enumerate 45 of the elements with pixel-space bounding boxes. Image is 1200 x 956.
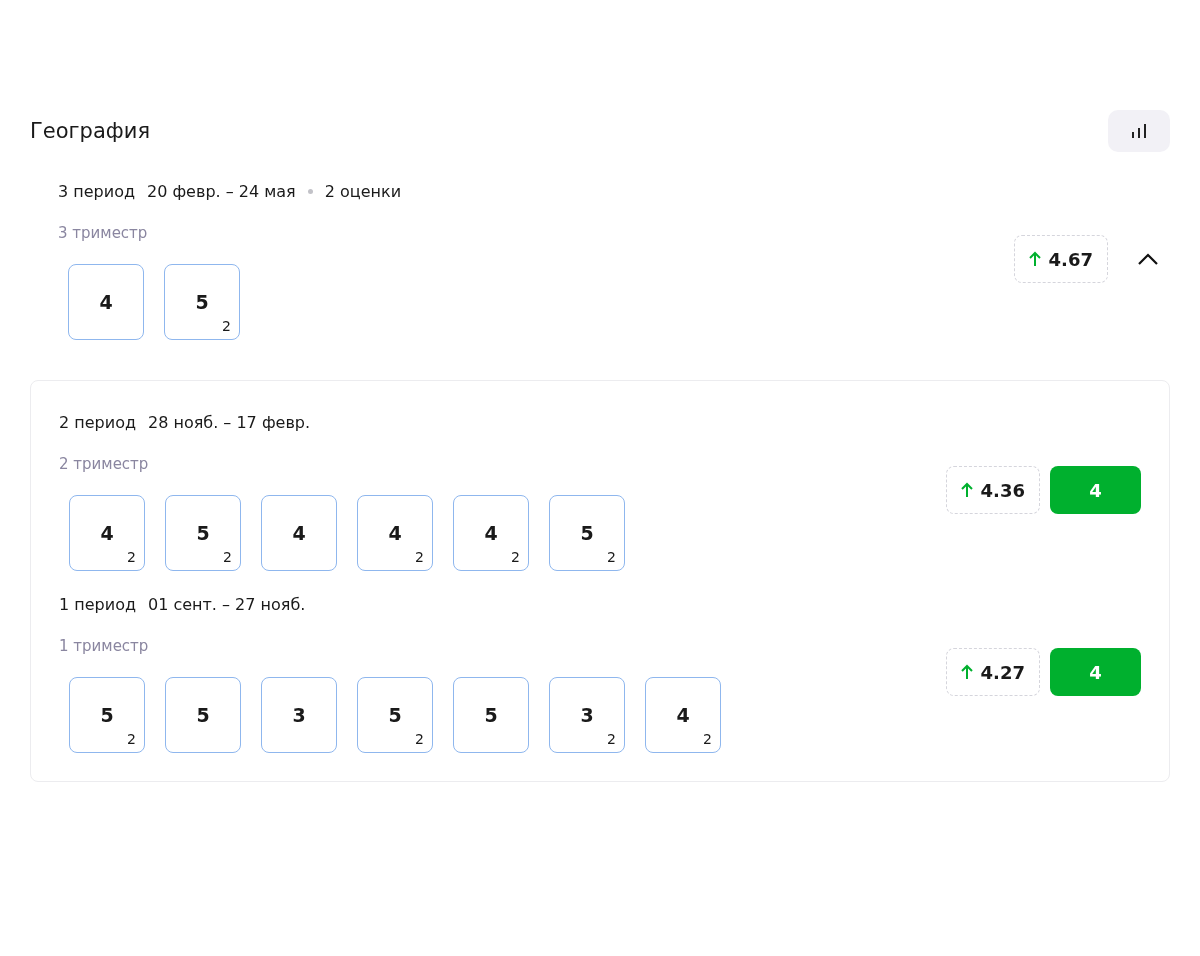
period-dates: 01 сент. – 27 нояб. xyxy=(148,594,306,614)
grade-tile[interactable]: 5 2 xyxy=(164,264,240,340)
grade-weight: 2 xyxy=(127,549,136,565)
period-name: 3 период xyxy=(58,181,135,201)
marks-count: 2 оценки xyxy=(324,181,402,201)
grade-tile[interactable]: 5 2 xyxy=(69,677,145,753)
grade-weight: 2 xyxy=(415,731,424,747)
grade-tile[interactable]: 5 2 xyxy=(357,677,433,753)
grade-tile[interactable]: 4 2 xyxy=(645,677,721,753)
grade-tile[interactable]: 5 2 xyxy=(549,495,625,571)
grade-weight: 2 xyxy=(222,318,231,334)
grade-tile[interactable]: 4 2 xyxy=(357,495,433,571)
chevron-up-icon xyxy=(1137,253,1159,265)
grade-tile[interactable]: 5 xyxy=(165,677,241,753)
period-dates: 28 нояб. – 17 февр. xyxy=(148,412,311,432)
grade-weight: 2 xyxy=(511,549,520,565)
grade-weight: 2 xyxy=(703,731,712,747)
grade-tile[interactable]: 5 xyxy=(453,677,529,753)
bar-chart-icon xyxy=(1130,123,1148,139)
grade-weight: 2 xyxy=(415,549,424,565)
separator-dot xyxy=(307,188,313,194)
subject-title: География xyxy=(30,119,151,143)
term-label: 3 триместр xyxy=(58,224,149,242)
term-label: 2 триместр xyxy=(59,455,150,473)
final-grade: 4 xyxy=(1050,648,1141,696)
grade-tile[interactable]: 4 xyxy=(261,495,337,571)
grade-tile[interactable]: 3 xyxy=(261,677,337,753)
grade-weight: 2 xyxy=(607,549,616,565)
grade-tile[interactable]: 3 2 xyxy=(549,677,625,753)
grade-weight: 2 xyxy=(607,731,616,747)
period-name: 1 период xyxy=(59,594,136,614)
grade-tile[interactable]: 5 2 xyxy=(165,495,241,571)
grade-tile[interactable]: 4 2 xyxy=(69,495,145,571)
period-dates: 20 февр. – 24 мая xyxy=(147,181,296,201)
average-badge: 4.27 xyxy=(945,648,1040,696)
grade-weight: 2 xyxy=(127,731,136,747)
grade-tile[interactable]: 4 2 xyxy=(453,495,529,571)
chart-button[interactable] xyxy=(1108,110,1170,152)
average-badge: 4.36 xyxy=(945,466,1040,514)
term-label: 1 триместр xyxy=(59,637,150,655)
grade-weight: 2 xyxy=(223,549,232,565)
grade-tile[interactable]: 4 xyxy=(68,264,144,340)
average-badge: 4.67 xyxy=(1013,235,1108,283)
final-grade: 4 xyxy=(1050,466,1141,514)
period-name: 2 период xyxy=(59,412,136,432)
